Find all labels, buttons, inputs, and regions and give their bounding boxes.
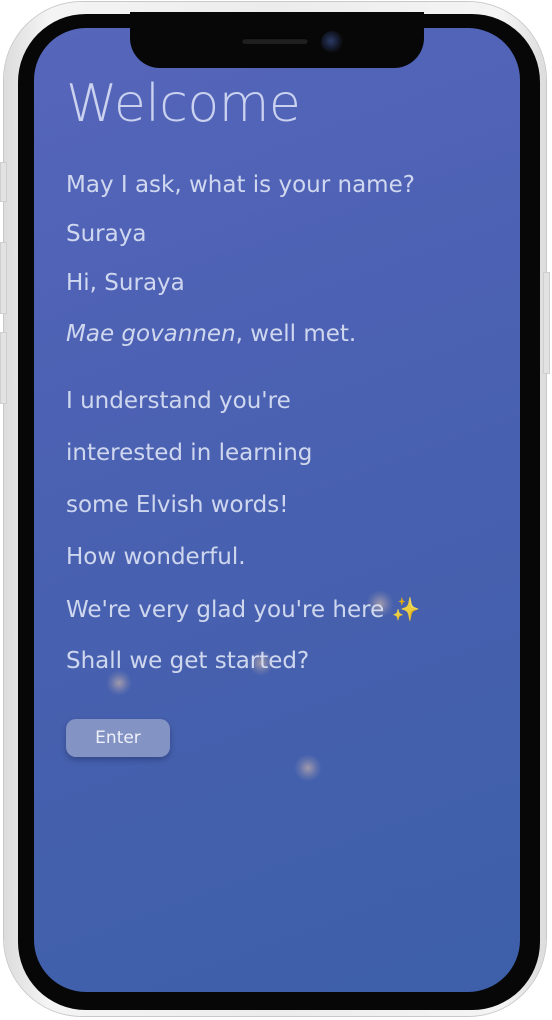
message-line: I understand you're <box>66 388 291 414</box>
user-name: Suraya <box>66 221 147 247</box>
volume-up-button <box>0 242 7 314</box>
name-question: May I ask, what is your name? <box>66 172 415 198</box>
silent-switch <box>0 162 7 202</box>
message-line: some Elvish words! <box>66 492 289 518</box>
volume-down-button <box>0 332 7 404</box>
message-line: Shall we get started? <box>66 648 310 674</box>
notch <box>130 12 424 68</box>
enter-button[interactable]: Enter <box>66 719 170 757</box>
message-line: We're very glad you're here ✨ <box>66 597 421 623</box>
greeting: Hi, Suraya <box>66 270 185 296</box>
page-title: Welcome <box>66 74 301 134</box>
speaker-grille <box>242 38 308 44</box>
power-button <box>543 272 550 374</box>
bokeh-light <box>294 754 322 782</box>
screen: Welcome May I ask, what is your name? Su… <box>34 28 520 992</box>
front-camera-icon <box>321 31 343 53</box>
elvish-translation: , well met. <box>235 321 357 347</box>
elvish-greeting: Mae govannen, well met. <box>66 321 356 347</box>
message-line: interested in learning <box>66 440 313 466</box>
message-line: How wonderful. <box>66 544 246 570</box>
elvish-phrase: Mae govannen <box>66 321 236 347</box>
